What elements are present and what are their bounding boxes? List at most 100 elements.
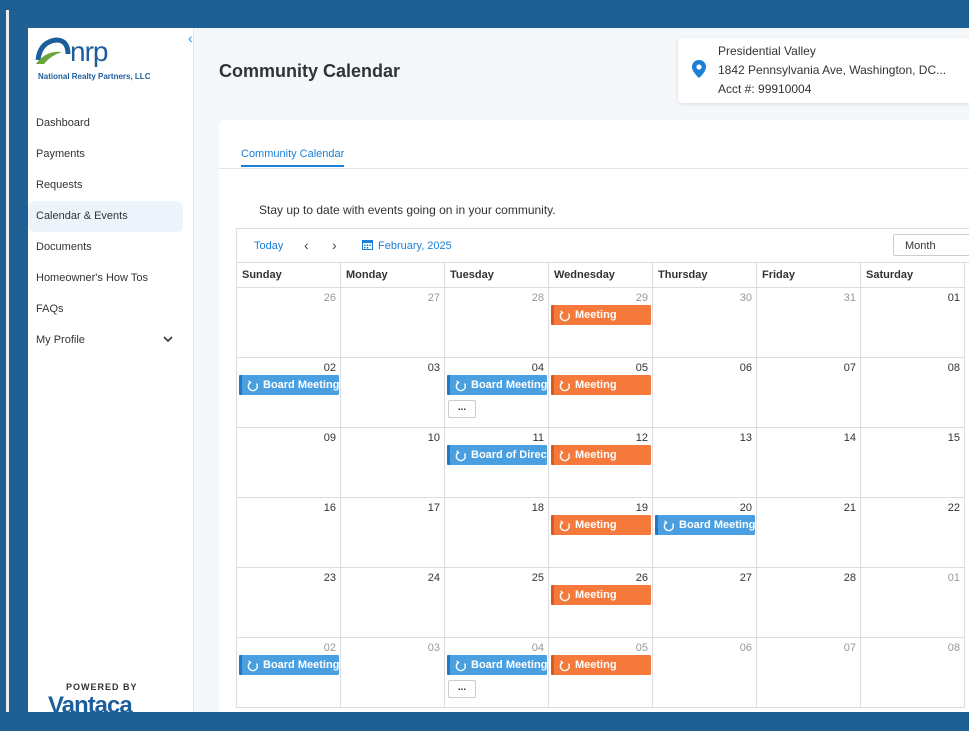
app-window: nrp National Realty Partners, LLC ‹ Dash… [28, 28, 969, 712]
day-number: 08 [947, 642, 960, 654]
calendar-day-cell[interactable]: 03 [341, 638, 445, 708]
next-month-icon[interactable]: › [332, 237, 337, 253]
sidebar-item-label: FAQs [36, 303, 64, 315]
tab-community-calendar[interactable]: Community Calendar [241, 148, 345, 167]
calendar-day-cell[interactable]: 14 [757, 428, 861, 498]
day-of-week-wednesday: Wednesday [549, 263, 653, 288]
calendar-event[interactable]: Meeting [551, 375, 651, 395]
sidebar-item-dashboard[interactable]: Dashboard [28, 108, 193, 139]
event-title: Meeting [575, 379, 617, 391]
month-picker[interactable]: February, 2025 [378, 240, 452, 252]
sidebar-item-payments[interactable]: Payments [28, 139, 193, 170]
calendar-day-cell[interactable]: 28 [757, 568, 861, 638]
calendar-day-cell[interactable]: 01 [861, 288, 965, 358]
calendar-day-cell[interactable]: 29 Meeting [549, 288, 653, 358]
calendar-day-cell[interactable]: 21 [757, 498, 861, 568]
collapse-sidebar-icon[interactable]: ‹ [188, 30, 193, 46]
calendar-day-cell[interactable]: 05 Meeting [549, 358, 653, 428]
calendar-day-cell[interactable]: 17 [341, 498, 445, 568]
view-select[interactable]: Month [893, 234, 969, 256]
event-title: Board Meeting [471, 659, 547, 671]
account-number: Acct #: 99910004 [718, 82, 812, 96]
calendar-event[interactable]: Board Meeting [239, 375, 339, 395]
calendar-day-cell[interactable]: 04 Board Meeting... [445, 638, 549, 708]
recurring-icon [247, 379, 259, 392]
calendar-day-cell[interactable]: 07 [757, 358, 861, 428]
calendar-day-cell[interactable]: 11 Board of Direct [445, 428, 549, 498]
calendar-day-cell[interactable]: 06 [653, 638, 757, 708]
calendar-event[interactable]: Board Meeting [239, 655, 339, 675]
more-events-button[interactable]: ... [448, 400, 476, 418]
today-button[interactable]: Today [254, 240, 283, 252]
calendar-event[interactable]: Board of Direct [447, 445, 547, 465]
calendar-day-cell[interactable]: 22 [861, 498, 965, 568]
vantaca-logo-text: Vantaca [48, 692, 133, 712]
calendar-event[interactable]: Board Meeting [447, 375, 547, 395]
calendar-day-cell[interactable]: 07 [757, 638, 861, 708]
frame-edge [6, 10, 9, 726]
day-number: 02 [323, 362, 336, 374]
account-card[interactable]: Presidential Valley 1842 Pennsylvania Av… [678, 38, 969, 103]
calendar-day-cell[interactable]: 24 [341, 568, 445, 638]
sidebar-item-label: Calendar & Events [36, 210, 128, 222]
calendar-day-cell[interactable]: 28 [445, 288, 549, 358]
calendar-event[interactable]: Meeting [551, 655, 651, 675]
calendar-day-cell[interactable]: 08 [861, 358, 965, 428]
calendar-day-cell[interactable]: 01 [861, 568, 965, 638]
calendar-day-cell[interactable]: 26 Meeting [549, 568, 653, 638]
calendar-event[interactable]: Meeting [551, 585, 651, 605]
sidebar-item-label: Payments [36, 148, 85, 160]
sidebar-item-label: Homeowner's How Tos [36, 272, 148, 284]
calendar-day-cell[interactable]: 10 [341, 428, 445, 498]
day-number: 27 [427, 292, 440, 304]
day-number: 01 [947, 292, 960, 304]
nrp-logo-icon [35, 37, 71, 64]
sidebar-item-how-tos[interactable]: Homeowner's How Tos [28, 263, 193, 294]
more-events-button[interactable]: ... [448, 680, 476, 698]
calendar-event[interactable]: Meeting [551, 515, 651, 535]
calendar-day-cell[interactable]: 16 [237, 498, 341, 568]
calendar-day-cell[interactable]: 31 [757, 288, 861, 358]
calendar-day-cell[interactable]: 03 [341, 358, 445, 428]
calendar-day-cell[interactable]: 25 [445, 568, 549, 638]
calendar-day-cell[interactable]: 02 Board Meeting [237, 638, 341, 708]
logo[interactable]: nrp National Realty Partners, LLC [34, 32, 184, 84]
day-number: 26 [635, 572, 648, 584]
calendar-event[interactable]: Meeting [551, 445, 651, 465]
calendar-day-cell[interactable]: 05 Meeting [549, 638, 653, 708]
calendar-day-cell[interactable]: 27 [653, 568, 757, 638]
day-number: 15 [947, 432, 960, 444]
calendar-day-cell[interactable]: 12 Meeting [549, 428, 653, 498]
chevron-down-icon[interactable] [163, 325, 173, 356]
day-number: 04 [531, 362, 544, 374]
calendar-day-cell[interactable]: 23 [237, 568, 341, 638]
recurring-icon [559, 309, 571, 322]
calendar-day-cell[interactable]: 26 [237, 288, 341, 358]
calendar-day-cell[interactable]: 08 [861, 638, 965, 708]
sidebar-item-calendar-events[interactable]: Calendar & Events [28, 201, 183, 232]
event-title: Board Meeting [263, 659, 339, 671]
calendar-day-cell[interactable]: 20 Board Meeting [653, 498, 757, 568]
calendar-day-cell[interactable]: 18 [445, 498, 549, 568]
calendar-event[interactable]: Board Meeting [655, 515, 755, 535]
calendar-day-cell[interactable]: 06 [653, 358, 757, 428]
calendar-day-cell[interactable]: 13 [653, 428, 757, 498]
calendar-day-cell[interactable]: 30 [653, 288, 757, 358]
calendar-day-cell[interactable]: 09 [237, 428, 341, 498]
calendar-icon [362, 240, 373, 250]
sidebar-item-faqs[interactable]: FAQs [28, 294, 193, 325]
calendar-day-cell[interactable]: 27 [341, 288, 445, 358]
sidebar-item-documents[interactable]: Documents [28, 232, 193, 263]
calendar-day-cell[interactable]: 19 Meeting [549, 498, 653, 568]
day-number: 14 [843, 432, 856, 444]
calendar-event[interactable]: Board Meeting [447, 655, 547, 675]
sidebar-item-my-profile[interactable]: My Profile [28, 325, 193, 356]
prev-month-icon[interactable]: ‹ [304, 237, 309, 253]
recurring-icon [559, 379, 571, 392]
calendar-grid: Sunday Monday Tuesday Wednesday Thursday Frid… [236, 262, 969, 708]
calendar-event[interactable]: Meeting [551, 305, 651, 325]
calendar-day-cell[interactable]: 15 [861, 428, 965, 498]
calendar-day-cell[interactable]: 02 Board Meeting [237, 358, 341, 428]
calendar-day-cell[interactable]: 04 Board Meeting... [445, 358, 549, 428]
sidebar-item-requests[interactable]: Requests [28, 170, 193, 201]
